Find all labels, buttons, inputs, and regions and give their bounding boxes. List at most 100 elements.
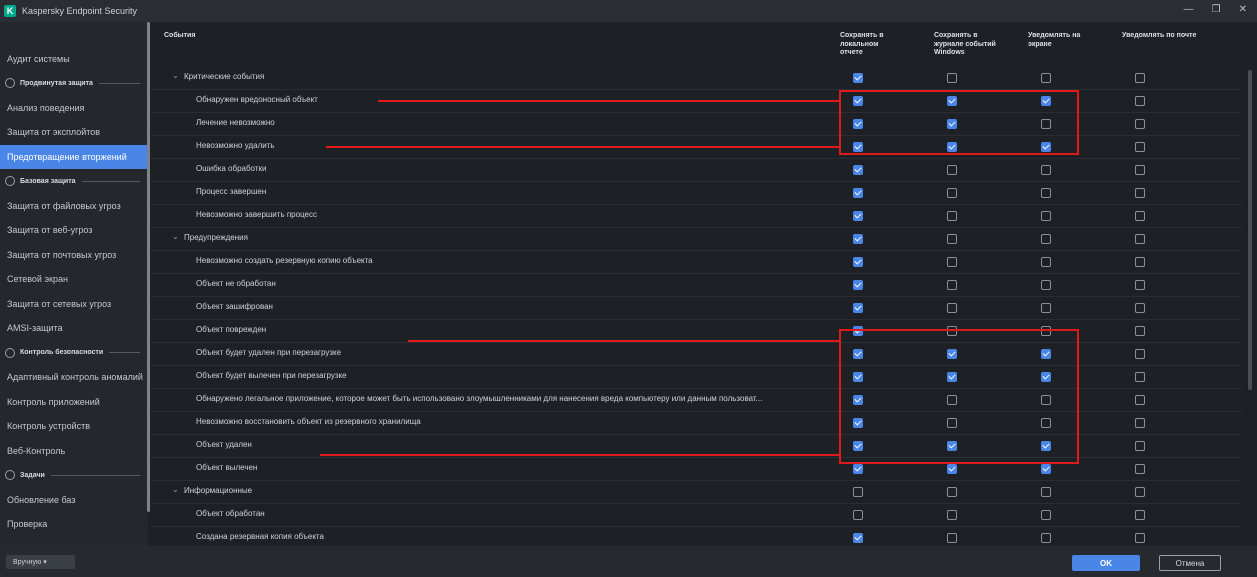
checkbox[interactable]: [853, 257, 863, 267]
sidebar-item[interactable]: Контроль устройств: [0, 414, 148, 439]
cancel-button[interactable]: Отмена: [1159, 555, 1221, 571]
checkbox[interactable]: [947, 165, 957, 175]
pointer-line-3: [408, 340, 839, 342]
sidebar-item[interactable]: AMSI-защита: [0, 316, 148, 341]
checkbox[interactable]: [947, 234, 957, 244]
checkbox[interactable]: [947, 257, 957, 267]
checkbox[interactable]: [853, 234, 863, 244]
checkbox[interactable]: [1041, 533, 1051, 543]
mode-dropdown[interactable]: Вручную ▾: [6, 555, 75, 569]
checkbox[interactable]: [1135, 119, 1145, 129]
sidebar-group[interactable]: Задачи: [0, 463, 148, 488]
sidebar-item[interactable]: Обновление баз: [0, 488, 148, 513]
chevron-down-icon[interactable]: ⌄: [172, 232, 179, 241]
checkbox[interactable]: [1135, 96, 1145, 106]
checkbox[interactable]: [947, 211, 957, 221]
checkbox[interactable]: [1135, 211, 1145, 221]
checkbox[interactable]: [853, 165, 863, 175]
checkbox[interactable]: [947, 303, 957, 313]
event-label: Невозможно создать резервную копию объек…: [196, 256, 373, 265]
sidebar-item[interactable]: [0, 22, 148, 47]
checkbox[interactable]: [853, 73, 863, 83]
checkbox[interactable]: [947, 464, 957, 474]
checkbox[interactable]: [1041, 487, 1051, 497]
checkbox[interactable]: [1135, 372, 1145, 382]
event-label: Объект поврежден: [196, 325, 267, 334]
ok-button[interactable]: OK: [1072, 555, 1140, 571]
checkbox[interactable]: [947, 533, 957, 543]
maximize-button[interactable]: ❐: [1212, 4, 1221, 15]
checkbox[interactable]: [1135, 349, 1145, 359]
checkbox[interactable]: [947, 510, 957, 520]
checkbox[interactable]: [1041, 188, 1051, 198]
checkbox[interactable]: [1041, 165, 1051, 175]
header-windows-log: Сохранять в журнале событий Windows: [934, 32, 996, 56]
checkbox[interactable]: [1135, 257, 1145, 267]
checkbox[interactable]: [853, 188, 863, 198]
minimize-button[interactable]: —: [1184, 4, 1194, 15]
checkbox[interactable]: [1041, 280, 1051, 290]
sidebar-item[interactable]: Адаптивный контроль аномалий: [0, 365, 148, 390]
checkbox[interactable]: [1135, 441, 1145, 451]
sidebar-item[interactable]: Защита от файловых угроз: [0, 194, 148, 219]
sidebar: Аудит системы Продвинутая защита Анализ по…: [0, 22, 148, 546]
checkbox[interactable]: [1135, 326, 1145, 336]
sidebar-item[interactable]: Защита от почтовых угроз: [0, 243, 148, 268]
checkbox[interactable]: [1041, 257, 1051, 267]
checkbox[interactable]: [1041, 73, 1051, 83]
checkbox[interactable]: [1135, 395, 1145, 405]
checkbox[interactable]: [947, 280, 957, 290]
sidebar-item[interactable]: Анализ поведения: [0, 96, 148, 121]
checkbox[interactable]: [1135, 142, 1145, 152]
highlight-box-critical: [839, 90, 1079, 155]
sidebar-item[interactable]: Контроль приложений: [0, 390, 148, 415]
sidebar-item[interactable]: Защита от веб-угроз: [0, 218, 148, 243]
sidebar-group[interactable]: Базовая защита: [0, 169, 148, 194]
checkbox[interactable]: [1135, 533, 1145, 543]
chevron-down-icon[interactable]: ⌄: [172, 485, 179, 494]
checkbox[interactable]: [1041, 234, 1051, 244]
sidebar-item[interactable]: Аудит системы: [0, 47, 148, 72]
checkbox[interactable]: [947, 487, 957, 497]
checkbox[interactable]: [947, 73, 957, 83]
group-icon: [5, 78, 15, 89]
checkbox[interactable]: [1135, 165, 1145, 175]
checkbox[interactable]: [947, 188, 957, 198]
checkbox[interactable]: [1135, 188, 1145, 198]
checkbox[interactable]: [1041, 303, 1051, 313]
checkbox[interactable]: [1135, 510, 1145, 520]
checkbox[interactable]: [1135, 418, 1145, 428]
checkbox[interactable]: [853, 211, 863, 221]
sidebar-item[interactable]: Предотвращение вторжений: [0, 144, 148, 169]
checkbox[interactable]: [1135, 303, 1145, 313]
checkbox[interactable]: [1135, 73, 1145, 83]
checkbox[interactable]: [1135, 487, 1145, 497]
table-row: Объект обработан: [150, 503, 1242, 527]
checkbox[interactable]: [853, 280, 863, 290]
checkbox[interactable]: [853, 487, 863, 497]
checkbox[interactable]: [853, 303, 863, 313]
checkbox[interactable]: [1041, 464, 1051, 474]
sidebar-item[interactable]: Сетевой экран: [0, 267, 148, 292]
group-icon: [5, 347, 15, 358]
sidebar-group[interactable]: Продвинутая защита: [0, 71, 148, 96]
checkbox[interactable]: [1041, 510, 1051, 520]
pointer-line-2: [326, 146, 839, 148]
sidebar-item[interactable]: Проверка: [0, 512, 148, 537]
kaspersky-logo-icon: K: [4, 5, 16, 17]
chevron-down-icon[interactable]: ⌄: [172, 71, 179, 80]
checkbox[interactable]: [1135, 464, 1145, 474]
checkbox[interactable]: [1041, 211, 1051, 221]
sidebar-item[interactable]: Веб-Контроль: [0, 439, 148, 464]
checkbox[interactable]: [1135, 280, 1145, 290]
checkbox[interactable]: [853, 510, 863, 520]
close-button[interactable]: ✕: [1239, 4, 1247, 15]
sidebar-item[interactable]: Защита от эксплойтов: [0, 120, 148, 145]
table-scrollbar[interactable]: [1248, 70, 1252, 390]
sidebar-item[interactable]: Защита от сетевых угроз: [0, 292, 148, 317]
checkbox[interactable]: [853, 464, 863, 474]
sidebar-group[interactable]: Контроль безопасности: [0, 341, 148, 366]
group-icon: [5, 176, 15, 187]
checkbox[interactable]: [853, 533, 863, 543]
checkbox[interactable]: [1135, 234, 1145, 244]
